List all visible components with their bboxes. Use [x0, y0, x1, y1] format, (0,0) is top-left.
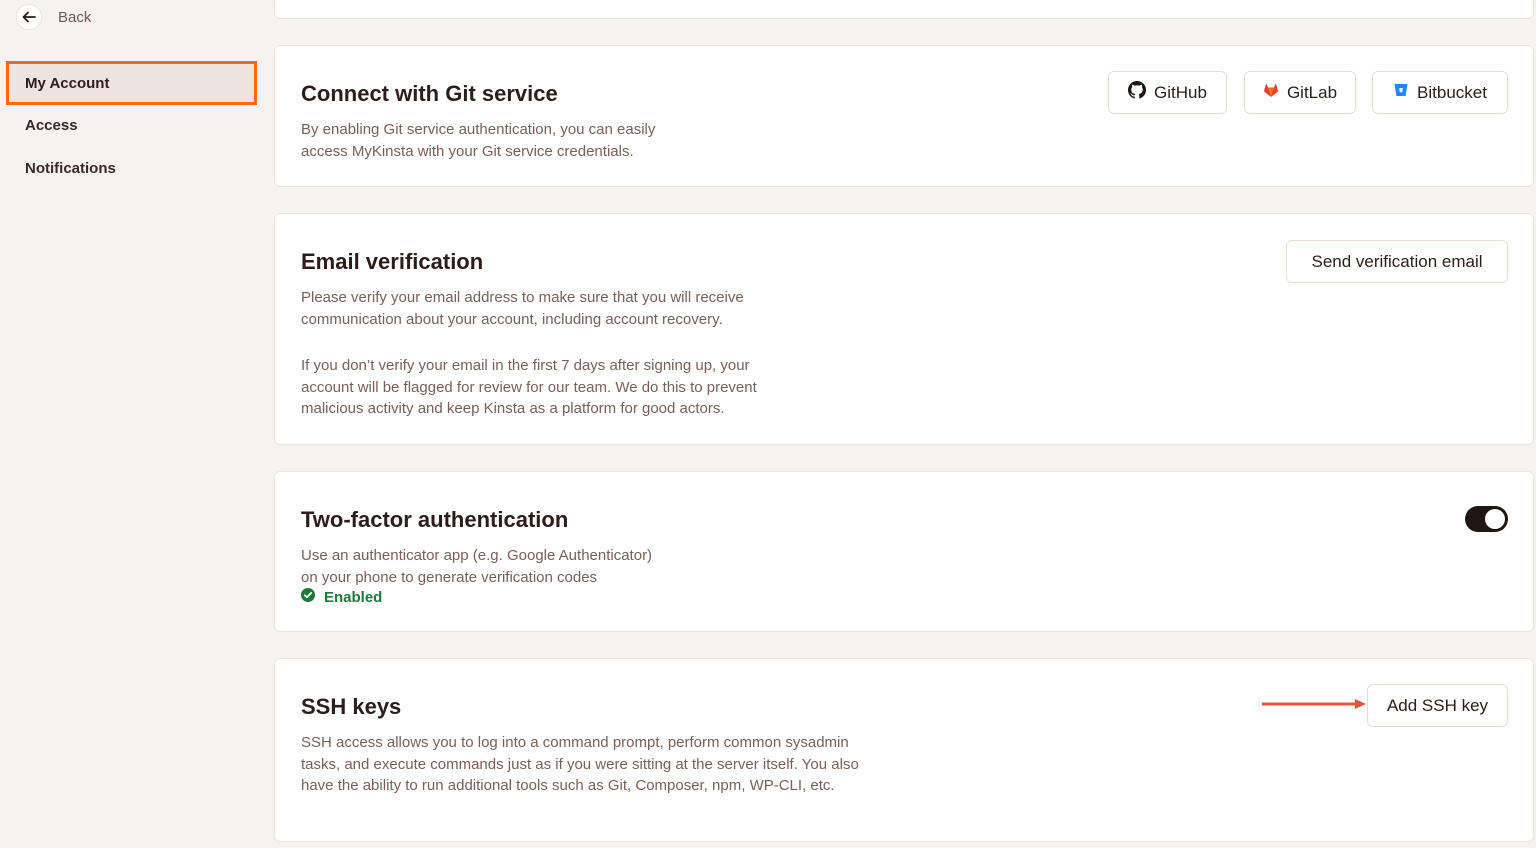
bitbucket-icon [1393, 82, 1409, 103]
github-label: GitHub [1154, 82, 1207, 102]
description-line: access MyKinsta with your Git service cr… [301, 142, 634, 160]
description-line: By enabling Git service authentication, … [301, 121, 656, 138]
back-button[interactable]: Back [16, 4, 91, 30]
description-line: tasks, and execute commands just as if y… [301, 755, 859, 773]
sidebar-item-access[interactable]: Access [25, 117, 78, 134]
previous-card [274, 0, 1534, 19]
ssh-keys-title: SSH keys [301, 694, 402, 719]
description-line: Please verify your email address to make… [301, 289, 744, 306]
check-circle-icon [301, 588, 315, 606]
description-line: account will be flagged for review for o… [301, 378, 757, 396]
gitlab-label: GitLab [1286, 82, 1338, 102]
github-button[interactable]: GitHub [1108, 71, 1227, 114]
description-line: If you don’t verify your email in the fi… [301, 357, 750, 374]
send-verification-email-button[interactable]: Send verification email [1286, 240, 1508, 283]
email-verification-title: Email verification [301, 249, 484, 274]
description-line: malicious activity and keep Kinsta as a … [301, 400, 725, 417]
sidebar-item-my-account[interactable]: My Account [6, 61, 257, 105]
description-line: Use an authenticator app (e.g. Google Au… [301, 547, 653, 564]
sidebar-item-notifications[interactable]: Notifications [25, 160, 116, 177]
github-icon [1128, 81, 1147, 104]
description-line: on your phone to generate verification c… [301, 568, 598, 586]
git-service-description: By enabling Git service authentication, … [301, 119, 655, 162]
email-verification-card: Email verification Please verify your em… [274, 213, 1534, 445]
sidebar: Back My Account Access Notifications [0, 0, 262, 848]
bitbucket-label: Bitbucket [1417, 82, 1487, 102]
two-factor-card: Two-factor authentication Use an authent… [274, 471, 1534, 632]
sidebar-item-label: Access [25, 117, 78, 134]
email-verification-description: Please verify your email address to make… [301, 287, 757, 420]
git-service-title: Connect with Git service [301, 81, 558, 106]
gitlab-button[interactable]: GitLab [1244, 71, 1356, 114]
two-factor-title: Two-factor authentication [301, 507, 569, 532]
arrow-left-icon [16, 4, 42, 30]
description-line: have the ability to run additional tools… [301, 777, 835, 794]
add-ssh-key-button[interactable]: Add SSH key [1367, 684, 1508, 727]
description-line: communication about your account, includ… [301, 310, 723, 328]
ssh-keys-description: SSH access allows you to log into a comm… [301, 732, 859, 797]
two-factor-description: Use an authenticator app (e.g. Google Au… [301, 545, 652, 588]
status-label: Enabled [324, 588, 383, 606]
back-label: Back [58, 8, 92, 26]
arrow-right-icon [1262, 699, 1366, 709]
ssh-keys-card: SSH keys SSH access allows you to log in… [274, 658, 1534, 842]
description-line: SSH access allows you to log into a comm… [301, 734, 849, 751]
sidebar-item-label: Notifications [25, 160, 116, 177]
toggle-knob [1485, 509, 1505, 529]
status-badge: Enabled [301, 588, 382, 606]
git-service-card: Connect with Git service By enabling Git… [274, 45, 1534, 187]
two-factor-toggle[interactable] [1465, 506, 1508, 532]
sidebar-item-label: My Account [25, 74, 110, 92]
gitlab-icon [1263, 82, 1279, 103]
bitbucket-button[interactable]: Bitbucket [1372, 71, 1508, 114]
